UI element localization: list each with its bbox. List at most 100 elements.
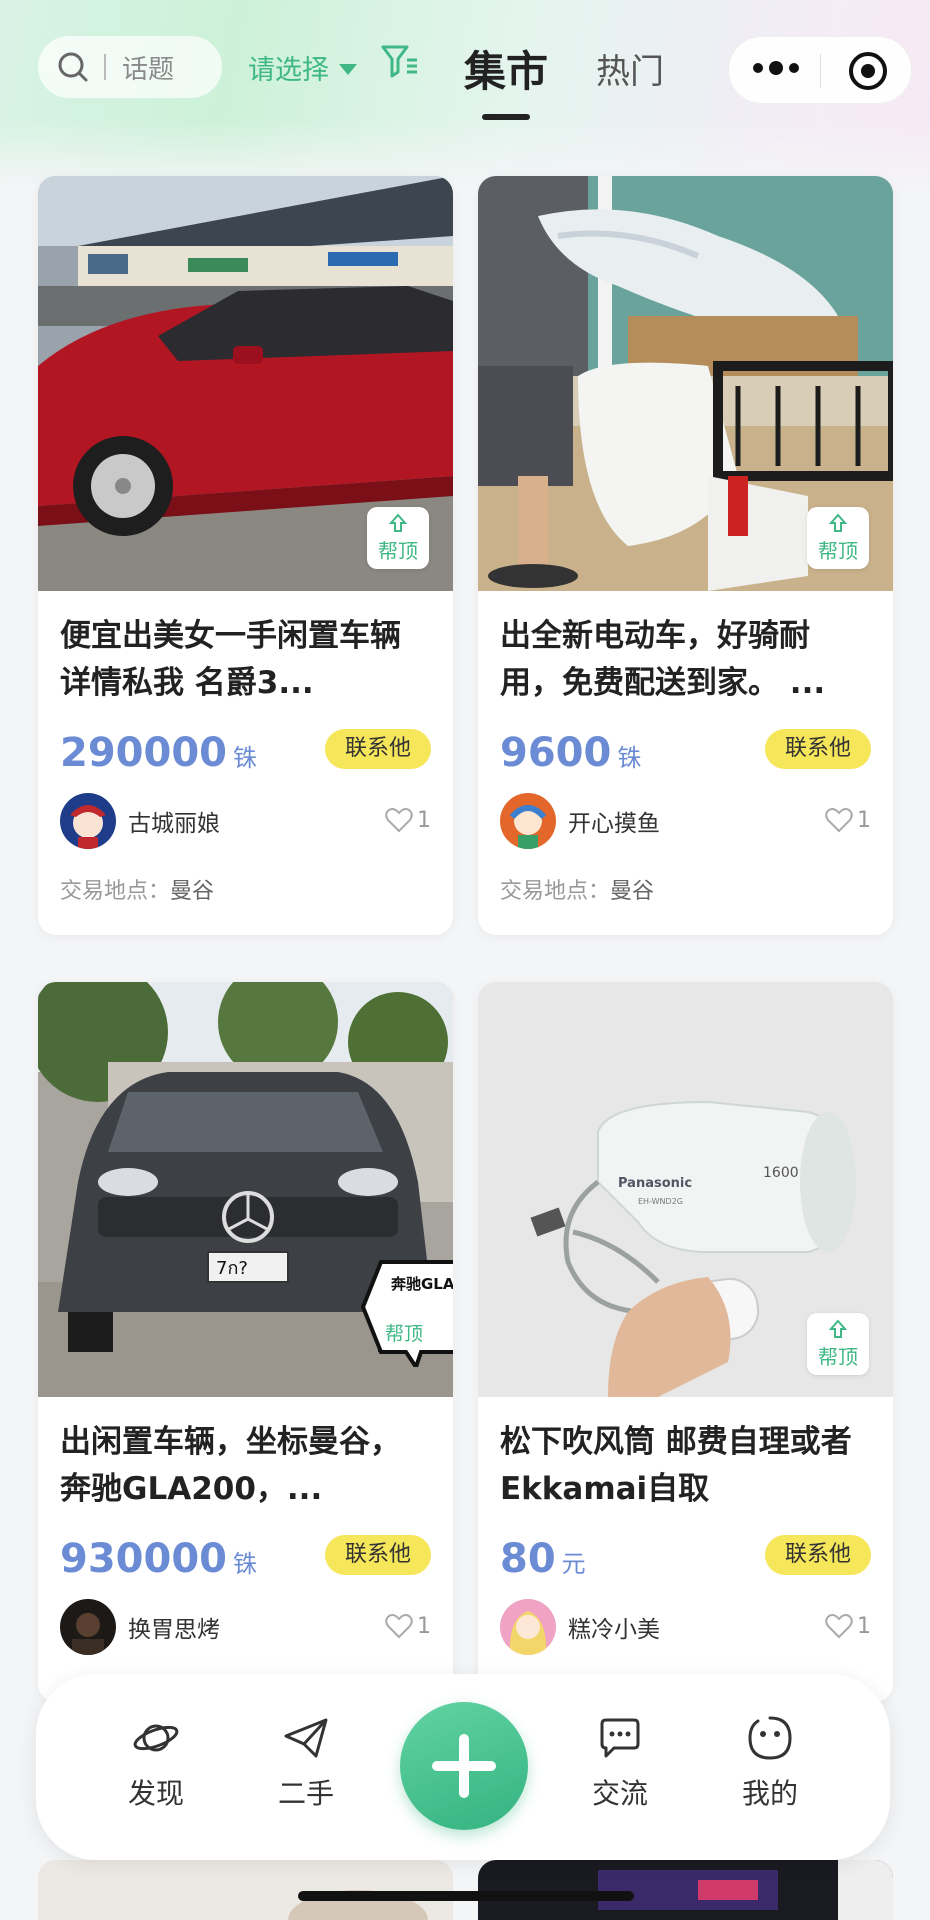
product-image[interactable]: 帮顶	[38, 176, 453, 591]
product-title[interactable]: 松下吹风筒 邮费自理或者Ekkamai自取	[500, 1419, 871, 1513]
next-card-peek[interactable]	[478, 1860, 893, 1920]
arrow-up-icon	[829, 512, 847, 532]
product-card[interactable]: 帮顶 便宜出美女一手闲置车辆 详情私我 名爵3... 290000 铢 联系他 …	[38, 176, 453, 935]
trade-location-label: 交易地点：	[60, 879, 171, 904]
like-button[interactable]: 1	[825, 1613, 871, 1639]
search-bar[interactable]: 话题	[38, 36, 222, 98]
like-count: 1	[857, 1613, 871, 1639]
paper-plane-icon	[284, 1718, 328, 1758]
help-top-label: 帮顶	[385, 1323, 424, 1345]
heart-icon	[385, 1614, 413, 1639]
help-top-button[interactable]: 帮顶	[367, 507, 429, 569]
product-image[interactable]: 7ก? 奔驰GLA 帮顶	[38, 982, 453, 1397]
sticker-text: 奔驰GLA	[391, 1275, 453, 1293]
more-icon[interactable]	[753, 61, 799, 75]
like-count: 1	[417, 807, 431, 833]
product-title[interactable]: 出全新电动车，好骑耐用，免费配送到家。 ...	[500, 613, 871, 707]
search-icon	[58, 52, 88, 82]
seller-row[interactable]: 古城丽娘 1	[60, 793, 431, 849]
trade-location: 交易地点：曼谷	[60, 873, 431, 905]
price-value: 9600	[500, 730, 612, 776]
help-top-button[interactable]: 帮顶	[807, 507, 869, 569]
price-row: 930000 铢 联系他	[60, 1533, 431, 1581]
product-image[interactable]: Panasonic 1600 EH-WND2G 帮顶	[478, 982, 893, 1397]
avatar[interactable]	[60, 1599, 116, 1655]
avatar[interactable]	[60, 793, 116, 849]
product-title[interactable]: 便宜出美女一手闲置车辆 详情私我 名爵3...	[60, 613, 431, 707]
planet-icon	[133, 1724, 179, 1752]
heart-icon	[825, 1614, 853, 1639]
trade-location-label: 交易地点：	[500, 879, 611, 904]
price-unit: 元	[561, 1550, 586, 1578]
trade-location-value: 曼谷	[610, 879, 655, 904]
brand-text: Panasonic	[618, 1176, 692, 1191]
price-unit: 铢	[617, 744, 642, 772]
trade-location: 交易地点：曼谷	[500, 873, 871, 905]
like-button[interactable]: 1	[825, 807, 871, 833]
product-card[interactable]: 帮顶 出全新电动车，好骑耐用，免费配送到家。 ... 9600 铢 联系他 开心…	[478, 176, 893, 935]
product-image[interactable]: 帮顶	[478, 176, 893, 591]
filter-icon[interactable]	[380, 42, 420, 82]
product-card[interactable]: Panasonic 1600 EH-WND2G 帮顶 松下吹风筒 邮费自理或者E…	[478, 982, 893, 1702]
contact-button[interactable]: 联系他	[764, 1535, 871, 1575]
heart-icon	[825, 808, 853, 833]
price-unit: 铢	[233, 1550, 257, 1578]
heart-icon	[385, 808, 413, 833]
product-title[interactable]: 出闲置车辆，坐标曼谷，奔驰GLA200，...	[60, 1419, 431, 1513]
nav-chat-label: 交流	[591, 1777, 648, 1810]
contact-button[interactable]: 联系他	[764, 729, 871, 769]
close-target-icon[interactable]	[849, 52, 887, 90]
nav-discover[interactable]: 发现	[106, 1714, 206, 1812]
nav-mine[interactable]: 我的	[720, 1714, 820, 1812]
miniprogram-capsule	[728, 36, 912, 104]
contact-button[interactable]: 联系他	[324, 729, 431, 769]
avatar[interactable]	[500, 1599, 556, 1655]
home-indicator[interactable]	[298, 1891, 634, 1901]
price-row: 80 元 联系他	[500, 1533, 871, 1581]
seller-row[interactable]: 开心摸鱼 1	[500, 793, 871, 849]
nav-secondhand-label: 二手	[277, 1777, 334, 1810]
nav-discover-label: 发现	[127, 1777, 184, 1810]
tab-market[interactable]: 集市	[464, 38, 548, 99]
help-top-label: 帮顶	[818, 1344, 858, 1369]
search-placeholder: 话题	[122, 54, 175, 85]
dropdown-arrow-icon	[339, 64, 357, 75]
seller-name: 换胃思烤	[128, 1617, 220, 1643]
seller-name: 古城丽娘	[128, 811, 220, 837]
header: 话题 请选择 集市 热门	[0, 0, 930, 140]
like-count: 1	[417, 1613, 431, 1639]
like-count: 1	[857, 807, 871, 833]
price-value: 290000	[60, 730, 227, 776]
tab-hot[interactable]: 热门	[596, 44, 664, 93]
arrow-up-icon	[389, 512, 407, 532]
next-card-peek[interactable]	[38, 1860, 453, 1920]
avatar[interactable]	[500, 793, 556, 849]
watt-text: 1600	[763, 1165, 799, 1181]
trade-location-value: 曼谷	[170, 879, 215, 904]
contact-button[interactable]: 联系他	[324, 1535, 431, 1575]
capsule-divider	[820, 54, 821, 88]
price-value: 80	[500, 1536, 556, 1582]
nav-secondhand[interactable]: 二手	[256, 1714, 356, 1812]
smiley-face-icon	[748, 1716, 792, 1760]
seller-row[interactable]: 糕冷小美 1	[500, 1599, 871, 1655]
arrow-up-icon	[829, 1318, 847, 1338]
like-button[interactable]: 1	[385, 1613, 431, 1639]
model-text: EH-WND2G	[638, 1197, 683, 1206]
license-plate: 7ก?	[216, 1258, 248, 1279]
help-top-button[interactable]: 帮顶	[807, 1313, 869, 1375]
product-card[interactable]: 7ก? 奔驰GLA 帮顶 出闲置车辆，坐标曼谷，奔驰GLA200，... 930…	[38, 982, 453, 1702]
price-row: 290000 铢 联系他	[60, 727, 431, 775]
help-top-label: 帮顶	[378, 538, 418, 563]
nav-chat[interactable]: 交流	[570, 1714, 670, 1812]
bottom-navigation: 发现 二手 交流 我的	[36, 1674, 890, 1860]
seller-row[interactable]: 换胃思烤 1	[60, 1599, 431, 1655]
tab-active-indicator	[482, 114, 530, 120]
add-post-button[interactable]	[400, 1702, 528, 1830]
like-button[interactable]: 1	[385, 807, 431, 833]
category-select[interactable]: 请选择	[248, 48, 357, 87]
chat-bubble-icon	[600, 1718, 640, 1758]
price-row: 9600 铢 联系他	[500, 727, 871, 775]
search-divider	[104, 54, 106, 80]
help-top-label: 帮顶	[818, 538, 858, 563]
